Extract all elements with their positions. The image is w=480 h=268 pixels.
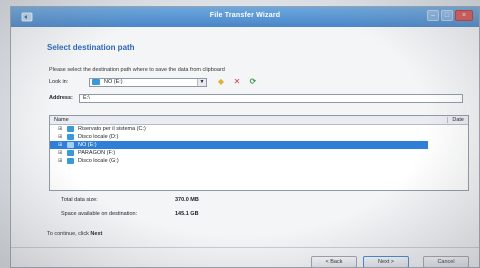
delete-icon[interactable]: ✕ bbox=[233, 78, 241, 86]
wizard-window: File Transfer Wizard – □ × Select destin… bbox=[10, 6, 480, 268]
cancel-button[interactable]: Cancel bbox=[423, 256, 469, 267]
continue-prefix: To continue, click bbox=[47, 231, 89, 237]
address-label: Address: bbox=[49, 95, 73, 101]
window-controls: – □ × bbox=[427, 10, 473, 21]
total-size-value: 370.0 MB bbox=[175, 197, 199, 203]
column-header-date[interactable]: Date bbox=[447, 117, 464, 123]
tree-item-label: NO (E:) bbox=[78, 142, 97, 148]
total-size-row: Total data size: 370.0 MB bbox=[61, 197, 199, 203]
continue-hint: To continue, click Next bbox=[47, 231, 102, 237]
close-button[interactable]: × bbox=[455, 10, 473, 21]
tree-item-f-drive[interactable]: ⊞ PARAGON (F:) bbox=[50, 149, 468, 157]
drive-icon bbox=[67, 158, 74, 164]
next-button[interactable]: Next > bbox=[363, 256, 409, 267]
drive-icon bbox=[92, 79, 100, 85]
space-available-row: Space available on destination: 145.1 GB bbox=[61, 211, 199, 217]
total-size-label: Total data size: bbox=[61, 197, 98, 203]
tree-item-c-drive[interactable]: ⊞ Riservato per il sistema (C:) bbox=[50, 125, 468, 133]
back-button[interactable]: < Back bbox=[311, 256, 357, 267]
toolbar-icons: ◆ ✕ ⟳ bbox=[217, 78, 257, 86]
expand-icon[interactable]: ⊞ bbox=[58, 158, 64, 164]
drive-icon bbox=[67, 142, 74, 148]
minimize-button[interactable]: – bbox=[427, 10, 439, 21]
column-header-name[interactable]: Name bbox=[54, 117, 69, 123]
page-heading: Select destination path bbox=[47, 43, 135, 52]
tree-header: Name Date bbox=[50, 116, 468, 125]
space-available-value: 145.1 GB bbox=[175, 211, 199, 217]
refresh-icon[interactable]: ⟳ bbox=[249, 78, 257, 86]
look-in-value: NO (E:) bbox=[104, 79, 123, 85]
chevron-down-icon[interactable]: ▼ bbox=[197, 78, 206, 86]
tree-item-g-drive[interactable]: ⊞ Disco locale (G:) bbox=[50, 157, 468, 165]
look-in-label: Look in: bbox=[49, 79, 69, 85]
footer-divider bbox=[11, 247, 479, 248]
tree-item-e-drive[interactable]: ⊞ NO (E:) bbox=[50, 141, 428, 149]
maximize-button[interactable]: □ bbox=[441, 10, 453, 21]
tree-item-label: Disco locale (D:) bbox=[78, 134, 119, 140]
expand-icon[interactable]: ⊞ bbox=[58, 142, 64, 148]
tree-item-label: PARAGON (F:) bbox=[78, 150, 116, 156]
window-title: File Transfer Wizard bbox=[209, 12, 281, 19]
folder-tree: Name Date ⊞ Riservato per il sistema (C:… bbox=[49, 115, 469, 191]
instructions-text: Please select the destination path where… bbox=[49, 67, 225, 73]
look-in-row: Look in: NO (E:) ▼ ◆ ✕ ⟳ bbox=[49, 77, 257, 87]
tree-item-d-drive[interactable]: ⊞ Disco locale (D:) bbox=[50, 133, 468, 141]
continue-action: Next bbox=[90, 231, 103, 237]
drive-icon bbox=[67, 134, 74, 140]
address-row: Address: E:\ bbox=[49, 93, 463, 103]
address-input[interactable]: E:\ bbox=[79, 93, 463, 103]
expand-icon[interactable]: ⊞ bbox=[58, 150, 64, 156]
title-bar: File Transfer Wizard – □ × bbox=[11, 7, 479, 27]
drive-icon bbox=[67, 150, 74, 156]
tree-item-label: Riservato per il sistema (C:) bbox=[78, 126, 146, 132]
tree-item-label: Disco locale (G:) bbox=[78, 158, 119, 164]
space-available-label: Space available on destination: bbox=[61, 211, 138, 217]
look-in-select[interactable]: NO (E:) ▼ bbox=[89, 77, 207, 87]
expand-icon[interactable]: ⊞ bbox=[58, 134, 64, 140]
drive-icon bbox=[67, 126, 74, 132]
expand-icon[interactable]: ⊞ bbox=[58, 126, 64, 132]
new-folder-icon[interactable]: ◆ bbox=[217, 78, 225, 86]
